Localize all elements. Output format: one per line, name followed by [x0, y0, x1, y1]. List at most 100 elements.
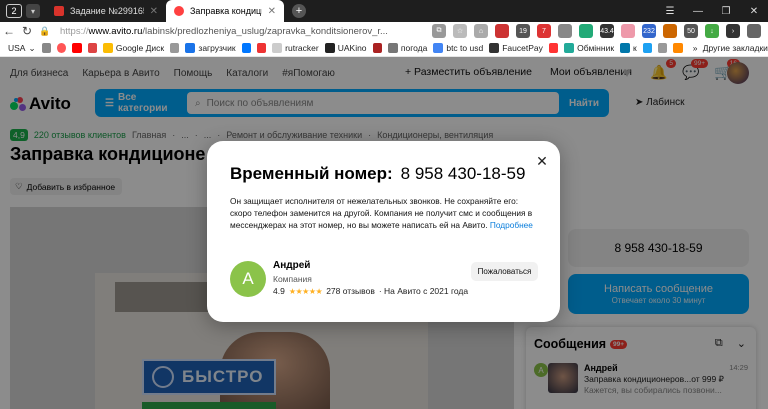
extensions-bar: ⧉ ☆ ⌂ 19 7 43.4 232 50 ↓ › — [432, 24, 768, 38]
extension-icon[interactable] — [495, 24, 509, 38]
bookmark-label: загрузчик — [198, 43, 236, 53]
bookmark-label: UAKino — [337, 43, 367, 53]
extension-icon[interactable] — [663, 24, 677, 38]
google-icon — [433, 43, 444, 53]
task-favicon-icon — [54, 6, 64, 16]
copy-icon[interactable]: ⧉ — [432, 24, 446, 38]
bookmark-label: к — [633, 43, 637, 53]
extension-icon[interactable] — [579, 24, 593, 38]
temporary-phone-number: 8 958 430-18-59 — [400, 164, 526, 183]
gmail-icon[interactable] — [87, 43, 97, 53]
bookmark-icon[interactable] — [548, 43, 559, 53]
bookmark-icon[interactable] — [56, 43, 67, 53]
bookmarks-bar: USA ⌄ Google Диск загрузчик rutracker UAK… — [0, 40, 768, 57]
globe-icon[interactable] — [41, 43, 51, 53]
bookmark-icon[interactable] — [658, 43, 668, 53]
bookmark-rutracker[interactable]: rutracker — [272, 43, 319, 53]
bookmark-icon — [564, 43, 575, 53]
bookmark-google-drive[interactable]: Google Диск — [102, 43, 165, 53]
bookmark-label: rutracker — [285, 43, 319, 53]
bookmark-label: Обмінник — [577, 43, 615, 53]
seller-rating: 4.9 — [273, 286, 285, 296]
extension-50-icon[interactable]: 50 — [684, 24, 698, 38]
bookmark-icon[interactable] — [673, 43, 683, 53]
extension-icon[interactable] — [621, 24, 635, 38]
lock-icon: 🔒 — [39, 25, 51, 36]
bookmark-label: Другие закладки — [702, 43, 768, 53]
url-path: /labinsk/predlozheniya_uslug/zapravka_ko… — [142, 25, 388, 37]
extension-43-icon[interactable]: 43.4 — [600, 24, 614, 38]
vk-icon[interactable] — [241, 43, 251, 53]
tab-title: Задание №2991655 - про — [70, 6, 144, 16]
bookmark-icon — [620, 43, 631, 53]
bookmark-icon[interactable] — [642, 43, 653, 53]
other-bookmarks[interactable]: » Другие закладки — [693, 43, 768, 53]
youtube-icon[interactable] — [72, 43, 82, 53]
bookmark-icon — [489, 43, 500, 53]
close-icon[interactable]: ✕ — [536, 153, 548, 169]
browser-titlebar: 2 ▾ Задание №2991655 - про ✕ Заправка ко… — [0, 0, 768, 22]
star-icon[interactable]: ☆ — [453, 24, 467, 38]
bookmark-downloader[interactable]: загрузчик — [185, 43, 236, 53]
address-bar: ← ↻ 🔒 https://www.avito.ru/labinsk/predl… — [0, 22, 768, 40]
chevron-down-icon[interactable]: ▾ — [26, 4, 40, 18]
window-controls: ☰ — ❐ ✕ — [656, 0, 768, 22]
modal-title-label: Временный номер: — [230, 164, 393, 183]
bookmark-label: погода — [400, 43, 428, 53]
bookmark-icon[interactable] — [256, 43, 267, 53]
tab-counter[interactable]: 2 — [6, 4, 22, 18]
bookmark-k[interactable]: к — [620, 43, 637, 53]
close-window-icon[interactable]: ✕ — [740, 0, 768, 22]
bookmark-icon — [324, 43, 335, 53]
temporary-number-modal: Временный номер: 8 958 430-18-59 ✕ Он за… — [207, 141, 560, 322]
bookmark-usa[interactable]: USA ⌄ — [8, 43, 36, 54]
bookmark-icon[interactable] — [170, 43, 180, 53]
maximize-icon[interactable]: ❐ — [712, 0, 740, 22]
bookmark-exchange[interactable]: Обмінник — [564, 43, 614, 53]
back-icon[interactable]: ← — [0, 24, 18, 38]
seller-type: Компания — [273, 274, 312, 284]
close-icon[interactable]: ✕ — [268, 6, 276, 17]
bookmark-label: Google Диск — [115, 43, 165, 53]
bookmark-label: USA — [8, 43, 26, 53]
seller-reviews[interactable]: 278 отзывов — [326, 286, 375, 296]
bookmark-faucetpay[interactable]: FaucetPay — [489, 43, 543, 53]
modal-title: Временный номер: 8 958 430-18-59 — [230, 164, 525, 184]
bookmark-uakino[interactable]: UAKino — [324, 43, 367, 53]
tab-task[interactable]: Задание №2991655 - про ✕ — [46, 0, 166, 22]
bookmark-icon[interactable] — [372, 43, 382, 53]
tab-title: Заправка кондиционе — [190, 6, 262, 16]
reload-icon[interactable]: ↻ — [18, 24, 36, 38]
bookmark-icon — [387, 43, 398, 53]
extension-19-icon[interactable]: 19 — [516, 24, 530, 38]
extension-232-icon[interactable]: 232 — [642, 24, 656, 38]
bookmark-icon — [272, 43, 283, 53]
bookmark-label: btc to usd — [446, 43, 484, 53]
extension-icon[interactable]: › — [726, 24, 740, 38]
menu-icon[interactable]: ☰ — [656, 0, 684, 22]
close-icon[interactable]: ✕ — [150, 6, 158, 17]
complain-button[interactable]: Пожаловаться — [471, 262, 538, 281]
bookmark-icon — [185, 43, 196, 53]
new-tab-icon[interactable]: + — [292, 4, 306, 18]
bookmark-btc[interactable]: btc to usd — [433, 43, 483, 53]
bookmark-icon[interactable]: ⌂ — [474, 24, 488, 38]
extension-icon[interactable] — [747, 24, 761, 38]
more-link[interactable]: Подробнее — [490, 220, 533, 230]
extension-icon[interactable] — [558, 24, 572, 38]
bookmark-weather[interactable]: погода — [387, 43, 428, 53]
url-field[interactable]: https://www.avito.ru/labinsk/predlozheni… — [60, 26, 420, 37]
url-prefix: https:// — [60, 25, 89, 37]
download-icon[interactable]: ↓ — [705, 24, 719, 38]
extension-7-icon[interactable]: 7 — [537, 24, 551, 38]
description-text: Он защищает исполнителя от нежелательных… — [230, 196, 533, 230]
seller-name[interactable]: Андрей — [273, 260, 310, 271]
seller-stats: 4.9 ★★★★★ 278 отзывов · На Авито с 2021 … — [273, 286, 468, 296]
star-rating-icon: ★★★★★ — [288, 286, 323, 296]
bookmark-label: FaucetPay — [502, 43, 543, 53]
tab-avito[interactable]: Заправка кондиционе ✕ — [166, 0, 284, 22]
minimize-icon[interactable]: — — [684, 0, 712, 22]
url-domain: www.avito.ru — [88, 25, 143, 37]
seller-avatar[interactable]: А — [230, 261, 266, 297]
seller-since: · На Авито с 2021 года — [378, 286, 469, 296]
